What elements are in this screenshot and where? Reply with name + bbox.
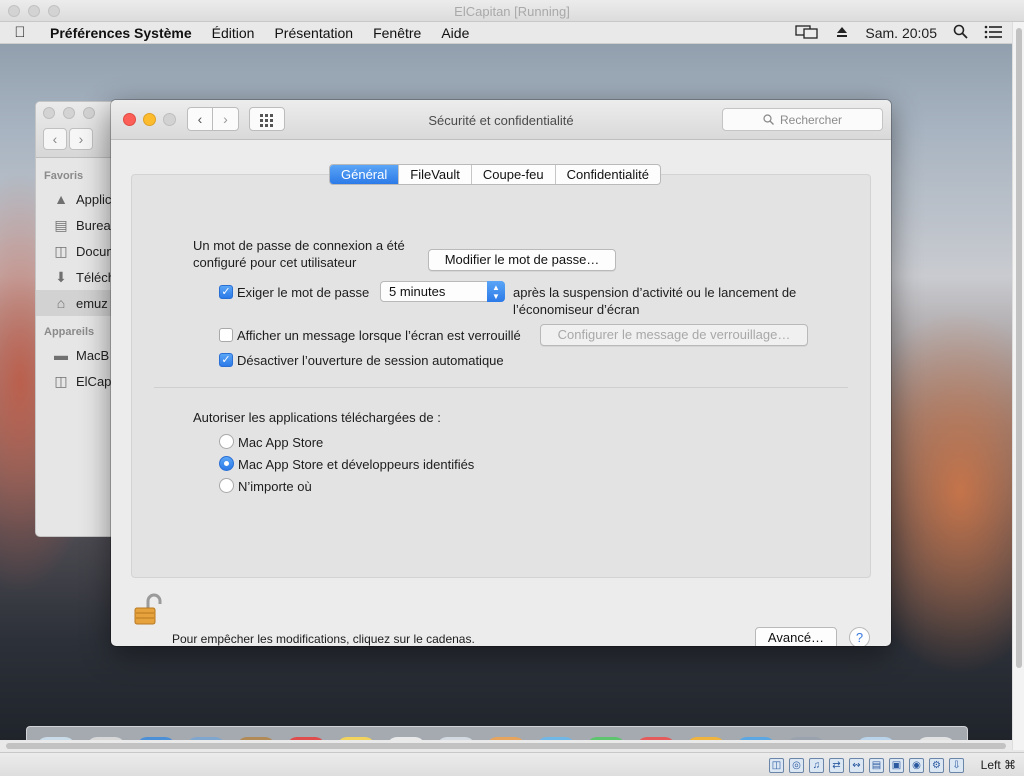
tab-coupe-feu[interactable]: Coupe-feu [470,165,555,184]
optical-drive-status-icon[interactable]: ◎ [789,758,804,773]
usb-status-icon[interactable]: ↭ [849,758,864,773]
display-mirroring-icon[interactable] [795,24,819,43]
apple-menu-icon[interactable]:  [0,24,40,41]
shared-folders-status-icon[interactable]: ▤ [869,758,884,773]
menu-edition[interactable]: Édition [202,25,265,41]
finder-item-label: ElCap [76,373,112,389]
finder-item-label: Applic [76,191,112,207]
hard-disk-status-icon[interactable]: ◫ [769,758,784,773]
display-status-icon[interactable]: ▣ [889,758,904,773]
finder-close-button[interactable] [43,107,55,119]
eject-icon[interactable] [835,25,849,42]
search-icon [763,114,774,125]
finder-minimize-button[interactable] [63,107,75,119]
horizontal-scroll-thumb[interactable] [6,743,1006,749]
vertical-scrollbar[interactable] [1012,22,1024,750]
require-password-after-line1: après la suspension d’activité ou le lan… [513,285,797,300]
general-tab-panel [131,174,871,578]
menu-app-name[interactable]: Préférences Système [40,25,202,41]
finder-item-label: emuz [76,295,108,311]
finder-item-label: MacB [76,347,110,363]
menubar-clock[interactable]: Sam. 20:05 [865,25,937,41]
radio-mac-app-store-label: Mac App Store [238,435,324,450]
password-set-text-line1: Un mot de passe de connexion a été [193,238,405,253]
finder-item-label: Docun [76,243,114,259]
require-password-delay-value: 5 minutes [389,284,446,299]
prefs-title-bar: ‹ › Sécurité et confidentialité Recherch… [111,100,891,140]
mac-menubar:  Préférences Système Édition Présentati… [0,22,1012,44]
video-capture-status-icon[interactable]: ◉ [909,758,924,773]
finder-zoom-button[interactable] [83,107,95,119]
audio-status-icon[interactable]: ♫ [809,758,824,773]
cpu-status-icon[interactable]: ⚙ [929,758,944,773]
radio-app-store-identified-label: Mac App Store et développeurs identifiés [238,457,475,472]
tab-general[interactable]: Général [330,165,399,184]
radio-mac-app-store[interactable] [219,434,234,449]
help-button[interactable]: ? [849,627,870,646]
lock-hint-text: Pour empêcher les modifications, cliquez… [172,632,475,646]
show-message-label: Afficher un message lorsque l’écran est … [237,328,521,343]
require-password-after-line2: l’économiseur d’écran [513,302,640,317]
downloads-icon: ⬇ [55,268,67,285]
disk-icon: ◫ [54,372,68,389]
section-divider [154,387,848,388]
radio-anywhere-label: N’importe où [238,479,312,494]
allow-apps-heading: Autoriser les applications téléchargées … [193,410,441,425]
disable-auto-login-checkbox[interactable]: ✓ [219,353,233,367]
home-icon: ⌂ [56,295,66,311]
host-title-bar: ElCapitan [Running] [0,0,1024,22]
guest-screen:  Préférences Système Édition Présentati… [0,22,1012,750]
laptop-icon: ▬ [54,347,68,363]
menu-aide[interactable]: Aide [431,25,479,41]
menu-presentation[interactable]: Présentation [264,25,363,41]
menu-fenetre[interactable]: Fenêtre [363,25,431,41]
require-password-checkbox[interactable]: ✓ [219,285,233,299]
advanced-button[interactable]: Avancé… [755,627,837,646]
password-set-text-line2: configuré pour cet utilisateur [193,255,357,270]
horizontal-scrollbar[interactable] [0,740,1012,752]
vm-status-bar: ◫ ◎ ♫ ⇄ ↭ ▤ ▣ ◉ ⚙ ⇩ Left ⌘ [0,752,1024,776]
spotlight-search-icon[interactable] [953,24,968,42]
require-password-label: Exiger le mot de passe [237,285,370,300]
prefs-tab-bar: Général FileVault Coupe-feu Confidential… [329,164,661,185]
radio-app-store-identified[interactable] [219,456,234,471]
finder-item-label: Burea [76,217,111,233]
host-window-title: ElCapitan [Running] [454,4,570,19]
prefs-search-field[interactable]: Rechercher [722,108,883,131]
applications-icon: ▲ [54,191,68,207]
show-message-checkbox[interactable] [219,328,233,342]
set-lock-message-button[interactable]: Configurer le message de verrouillage… [540,324,808,346]
security-preferences-window: ‹ › Sécurité et confidentialité Recherch… [111,100,891,646]
disable-auto-login-label: Désactiver l’ouverture de session automa… [237,353,504,368]
tab-confidentialite[interactable]: Confidentialité [554,165,660,184]
require-password-delay-select[interactable]: 5 minutes ▲ ▼ [380,281,505,302]
mouse-integration-status-icon[interactable]: ⇩ [949,758,964,773]
finder-item-label: Téléch [76,269,116,285]
notification-center-icon[interactable] [984,25,1002,42]
finder-back-button[interactable]: ‹ [43,128,67,150]
network-status-icon[interactable]: ⇄ [829,758,844,773]
search-placeholder: Rechercher [779,112,843,127]
unlocked-padlock-icon[interactable] [131,593,163,627]
finder-forward-button[interactable]: › [69,128,93,150]
change-password-button[interactable]: Modifier le mot de passe… [428,249,616,271]
radio-anywhere[interactable] [219,478,234,493]
documents-icon: ◫ [54,242,68,259]
select-arrows-icon: ▲ ▼ [487,281,505,302]
host-key-label: Left ⌘ [980,758,1016,772]
tab-filevault[interactable]: FileVault [398,165,471,184]
desktop-icon: ▤ [54,216,68,233]
vertical-scroll-thumb[interactable] [1016,28,1022,668]
